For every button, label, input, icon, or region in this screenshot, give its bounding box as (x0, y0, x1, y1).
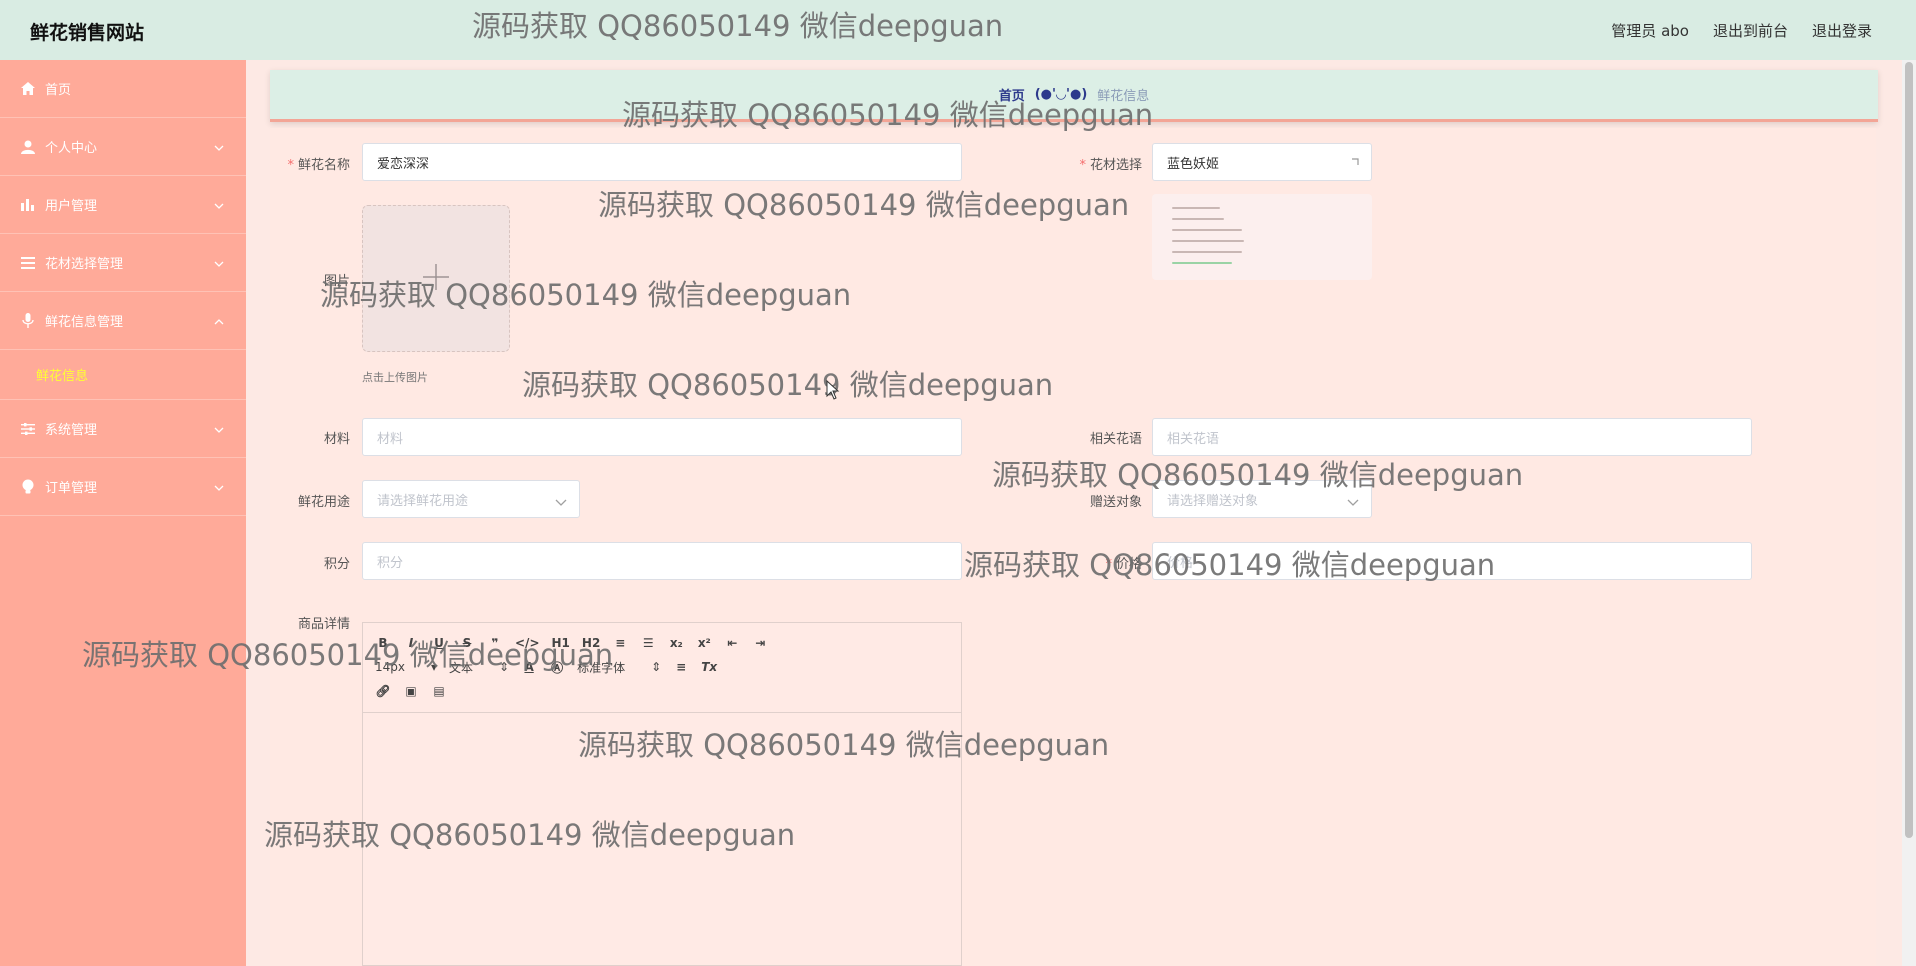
select-corner-icon (1351, 155, 1359, 170)
flower-name-input[interactable]: 爱恋深深 (362, 143, 962, 181)
sidebar-item-system[interactable]: 系统管理 (0, 400, 246, 458)
video-icon[interactable]: ▤ (431, 684, 447, 698)
chevron-down-icon (214, 256, 224, 271)
align-icon[interactable]: ≡ (673, 660, 689, 674)
required-mark: * (287, 158, 294, 173)
flower-language-label: 相关花语 (1089, 432, 1142, 447)
home-icon (20, 81, 36, 97)
sidebar-subitem-flower-info[interactable]: 鲜花信息 (0, 350, 246, 400)
admin-user-label[interactable]: 管理员 abo (1611, 20, 1689, 41)
superscript-button[interactable]: x² (696, 636, 712, 650)
sidebar-item-material-manage[interactable]: 花材选择管理 (0, 234, 246, 292)
flower-name-label: * 鲜花名称 (287, 158, 350, 173)
site-title: 鲜花销售网站 (30, 22, 145, 44)
sidebar-item-orders[interactable]: 订单管理 (0, 458, 246, 516)
bar-chart-icon (20, 197, 36, 213)
sidebar: 首页 个人中心 用户管理 花材选择管理 鲜花信息管理 鲜花信息 系统管理 订单管… (0, 60, 246, 966)
subscript-button[interactable]: x₂ (668, 636, 684, 650)
chevron-down-icon (1347, 495, 1359, 510)
sidebar-item-label: 花材选择管理 (45, 257, 124, 272)
microphone-icon (20, 313, 36, 329)
sidebar-item-label: 系统管理 (45, 423, 98, 438)
preview-line (1172, 229, 1242, 231)
editor-toolbar-row: 🔗︎ ▣ ▤ (375, 679, 949, 703)
sidebar-item-label: 个人中心 (45, 141, 98, 156)
product-detail-label: 商品详情 (297, 617, 350, 632)
sidebar-item-label: 鲜花信息管理 (45, 315, 124, 330)
preview-line (1172, 262, 1232, 264)
outdent-button[interactable]: ⇤ (724, 636, 740, 650)
watermark-text: 源码获取 QQ86050149 微信deepguan (320, 278, 852, 312)
sidebar-item-label: 用户管理 (45, 199, 98, 214)
watermark-text: 源码获取 QQ86050149 微信deepguan (82, 638, 614, 672)
watermark-text: 源码获取 QQ86050149 微信deepguan (522, 368, 1054, 402)
points-label: 积分 (323, 557, 350, 572)
purpose-label: 鲜花用途 (297, 495, 350, 510)
mouse-pointer-icon (826, 379, 840, 404)
chevron-down-icon (214, 198, 224, 213)
material-input[interactable]: 材料 (362, 418, 962, 456)
page-scrollbar[interactable] (1902, 60, 1916, 966)
points-input[interactable]: 积分 (362, 542, 962, 580)
sidebar-item-home[interactable]: 首页 (0, 60, 246, 118)
chevron-down-icon (214, 140, 224, 155)
watermark-text: 源码获取 QQ86050149 微信deepguan (264, 818, 796, 852)
chevron-down-icon (214, 422, 224, 437)
sidebar-item-users[interactable]: 用户管理 (0, 176, 246, 234)
preview-line (1172, 218, 1224, 220)
preview-line (1172, 251, 1242, 253)
chevron-up-icon (214, 314, 224, 329)
sidebar-item-flower-info-manage[interactable]: 鲜花信息管理 (0, 292, 246, 350)
material-select[interactable]: 蓝色妖姬 (1152, 143, 1372, 181)
watermark-text: 源码获取 QQ86050149 微信deepguan (964, 548, 1496, 582)
ordered-list-button[interactable]: ≡ (612, 636, 628, 650)
bullet-list-button[interactable]: ☰ (640, 636, 656, 650)
indent-button[interactable]: ⇥ (752, 636, 768, 650)
preview-line (1172, 240, 1244, 242)
list-icon (20, 255, 36, 271)
sidebar-item-label: 订单管理 (45, 481, 98, 496)
watermark-text: 源码获取 QQ86050149 微信deepguan (992, 458, 1524, 492)
flower-language-input[interactable]: 相关花语 (1152, 418, 1752, 456)
bulb-icon (20, 479, 36, 495)
sidebar-item-label: 首页 (45, 83, 72, 98)
clear-format-button[interactable]: Tx (701, 660, 717, 674)
chevron-down-icon (555, 495, 567, 510)
link-icon[interactable]: 🔗︎ (375, 684, 391, 698)
logout-link[interactable]: 退出登录 (1812, 20, 1872, 41)
watermark-text: 源码获取 QQ86050149 微信deepguan (598, 188, 1130, 222)
upload-tip: 点击上传图片 (362, 371, 428, 384)
preview-line (1172, 207, 1220, 209)
scrollbar-thumb[interactable] (1905, 62, 1913, 838)
top-links: 管理员 abo 退出到前台 退出登录 (1611, 20, 1872, 41)
material-select-label: * 花材选择 (1079, 158, 1142, 173)
exit-to-front-link[interactable]: 退出到前台 (1713, 20, 1788, 41)
required-mark: * (1079, 158, 1086, 173)
watermark-text: 源码获取 QQ86050149 微信deepguan (622, 98, 1154, 132)
sidebar-item-profile[interactable]: 个人中心 (0, 118, 246, 176)
updown-icon: ⇕ (651, 660, 662, 674)
sliders-icon (20, 421, 36, 437)
user-icon (20, 139, 36, 155)
watermark-text: 源码获取 QQ86050149 微信deepguan (472, 9, 1004, 43)
image-icon[interactable]: ▣ (403, 684, 419, 698)
watermark-text: 源码获取 QQ86050149 微信deepguan (578, 728, 1110, 762)
material-label: 材料 (323, 432, 350, 447)
material-preview-image (1152, 194, 1372, 280)
chevron-down-icon (214, 480, 224, 495)
purpose-select[interactable]: 请选择鲜花用途 (362, 480, 580, 518)
